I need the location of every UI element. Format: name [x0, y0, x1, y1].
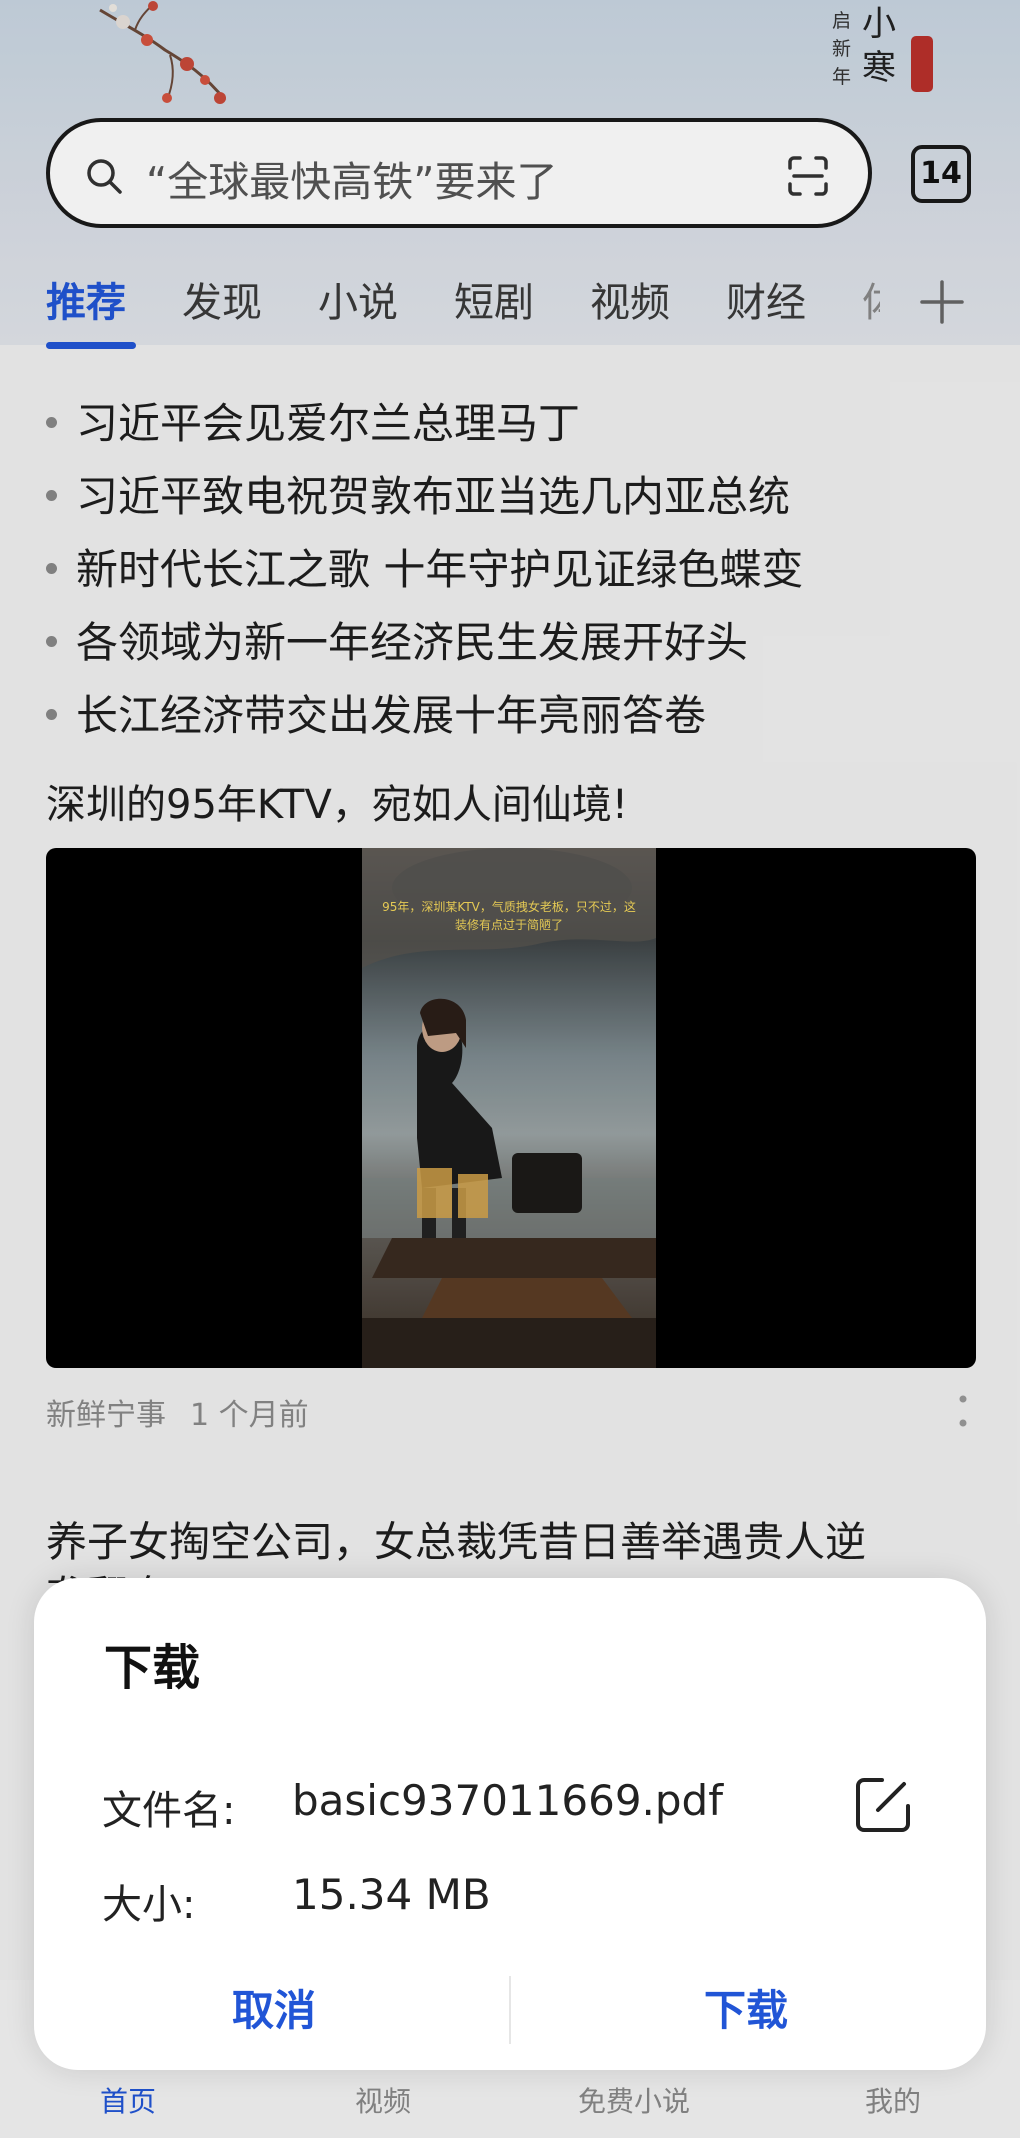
edit-filename-icon[interactable] — [852, 1774, 914, 1836]
filename-value: basic937011669.pdf — [292, 1776, 723, 1825]
size-label: 大小: — [102, 1882, 196, 1928]
download-button[interactable]: 下载 — [526, 1976, 966, 2046]
filename-label: 文件名: — [102, 1788, 236, 1834]
dialog-title: 下载 — [104, 1640, 201, 1696]
size-value: 15.34 MB — [292, 1870, 491, 1919]
cancel-button[interactable]: 取消 — [54, 1976, 494, 2046]
button-divider — [509, 1976, 511, 2044]
download-dialog: 下载 文件名: basic937011669.pdf 大小: 15.34 MB … — [34, 1578, 986, 2070]
